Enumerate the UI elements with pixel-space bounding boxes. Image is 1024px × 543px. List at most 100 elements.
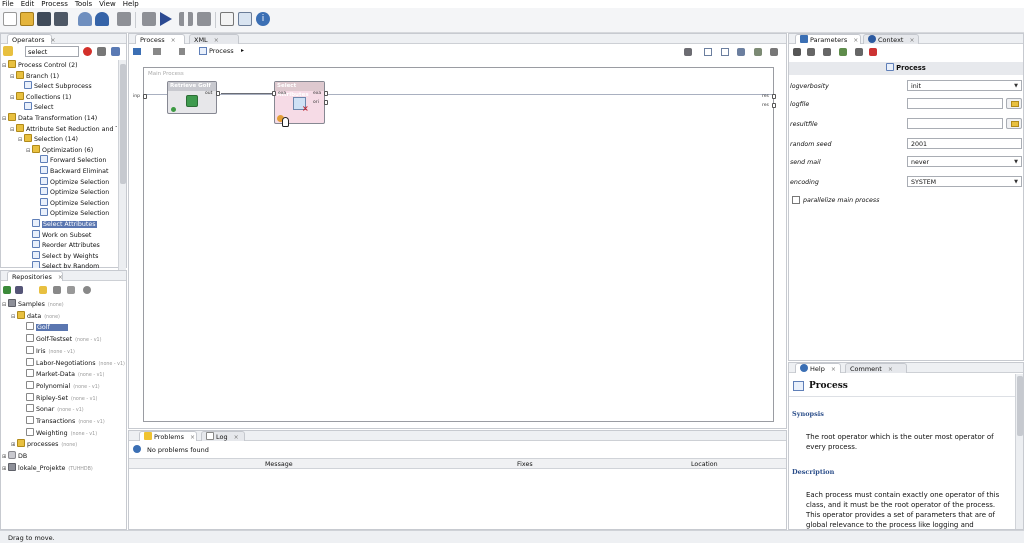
menu-edit[interactable]: Edit (21, 0, 35, 8)
back-icon[interactable] (133, 48, 141, 55)
open-icon[interactable] (20, 12, 34, 26)
operator-tree-item[interactable]: Select Subprocess (2, 81, 117, 92)
param-toolbar-icon-6[interactable] (869, 48, 877, 56)
operator-tree-item[interactable]: ⊟ Selection (14) (2, 134, 117, 145)
save-icon[interactable] (37, 12, 51, 26)
operator-tree-item[interactable]: Backward Eliminat (2, 165, 117, 177)
filter-icon[interactable] (97, 47, 106, 56)
param-input[interactable]: 2001 (907, 138, 1022, 149)
parallelize-checkbox[interactable] (792, 196, 800, 204)
port-retrieve-out[interactable] (216, 91, 220, 96)
param-toolbar-icon-4[interactable] (839, 48, 847, 56)
tab-comment[interactable]: Comment × (845, 363, 907, 373)
tab-operators[interactable]: Operators × (7, 34, 56, 44)
menu-tools[interactable]: Tools (75, 0, 92, 8)
repository-tree-item[interactable]: Market-Data (none - v1) (2, 369, 126, 381)
operator-tree-item[interactable]: ⊟ Process Control (2) (2, 60, 117, 71)
tab-log[interactable]: Log × (201, 431, 245, 441)
operator-tree-item[interactable]: Select by Random (2, 261, 117, 268)
operator-tree-item[interactable]: Reorder Attributes (2, 240, 117, 251)
operator-tree-item[interactable]: Work on Subset (2, 229, 117, 241)
open-folder-icon[interactable] (39, 286, 47, 294)
param-select[interactable]: SYSTEM ▼ (907, 176, 1022, 187)
port-select-exa-in[interactable] (272, 91, 276, 96)
repository-tree-item[interactable]: ⊞ processes (none) (2, 439, 126, 451)
port-process-res-1[interactable] (772, 94, 776, 99)
operator-tree-item[interactable]: ⊟ Branch (1) (2, 70, 117, 82)
breadcrumb-chevron-icon[interactable]: ▸ (241, 47, 244, 54)
param-input[interactable] (907, 118, 1003, 129)
new-building-block-icon[interactable] (3, 46, 13, 56)
port-process-res-2[interactable] (772, 103, 776, 108)
repository-tree-item[interactable]: ⊟ data (none) (2, 310, 126, 323)
chevron-down-icon[interactable]: ▼ (1014, 159, 1018, 165)
param-toolbar-icon-1[interactable] (793, 48, 801, 56)
repository-tree-item[interactable]: Iris (none - v1) (2, 345, 126, 358)
delete-icon[interactable] (83, 286, 91, 294)
port-select-ori-out[interactable] (324, 100, 328, 105)
forward-icon[interactable] (153, 48, 161, 55)
tab-problems[interactable]: Problems × (139, 431, 197, 441)
refresh-icon[interactable] (53, 286, 61, 294)
tab-help[interactable]: Help × (795, 363, 841, 373)
operator-tree-item[interactable]: Optimize Selection (2, 176, 117, 188)
param-toolbar-icon-2[interactable] (807, 48, 815, 56)
perspective-icon[interactable] (238, 12, 252, 26)
tab-parameters[interactable]: Parameters × (795, 34, 861, 44)
repository-tree-item[interactable]: Ripley-Set (none - v1) (2, 392, 126, 405)
repository-tree-item[interactable]: ⊟ Samples (none) (2, 299, 126, 311)
auto-wire-icon[interactable] (684, 48, 692, 56)
repository-tree-item[interactable]: Labor-Negotiations (none - v1) (2, 357, 126, 370)
up-icon[interactable] (179, 48, 185, 55)
operator-tree-item[interactable]: Select (2, 102, 117, 113)
browse-folder-icon[interactable] (1006, 98, 1022, 109)
export-icon[interactable] (770, 48, 778, 56)
port-process-inp[interactable] (143, 94, 147, 99)
operators-scrollbar[interactable] (118, 60, 126, 286)
arrange-icon[interactable] (704, 48, 712, 56)
menu-help[interactable]: Help (123, 0, 139, 8)
run-icon[interactable] (160, 12, 172, 26)
undo-icon[interactable] (78, 12, 92, 26)
chevron-down-icon[interactable]: ▼ (1014, 179, 1018, 185)
param-select[interactable]: never ▼ (907, 156, 1022, 167)
repository-tree-item[interactable]: ⊞ DB (2, 451, 126, 463)
chevron-down-icon[interactable]: ▼ (1014, 83, 1018, 89)
rename-icon[interactable] (67, 286, 75, 294)
operator-search-input[interactable] (25, 46, 79, 57)
operator-tree-item[interactable]: Forward Selection (2, 155, 117, 166)
repository-tree[interactable]: ⊟ Samples (none) ⊟ data (none) Golf Golf-Testse… (2, 299, 126, 527)
operator-tree-item[interactable]: ⊟ Optimization (6) (2, 144, 117, 156)
new-icon[interactable] (3, 12, 17, 26)
redo-icon[interactable] (95, 12, 109, 26)
menu-file[interactable]: File (2, 0, 14, 8)
stop-icon[interactable] (197, 12, 211, 26)
menu-view[interactable]: View (99, 0, 116, 8)
menu-process[interactable]: Process (41, 0, 68, 8)
operator-tree-item[interactable]: Optimize Selection (2, 208, 117, 219)
repository-tree-item[interactable]: Golf-Testset (none - v1) (2, 334, 126, 346)
step-icon[interactable] (142, 12, 156, 26)
repository-tree-item[interactable]: Sonar (none - v1) (2, 404, 126, 416)
process-canvas[interactable]: Main Process Retrieve Golf out Select At… (143, 67, 775, 422)
operator-tree-item[interactable]: Optimize Selection (2, 197, 117, 209)
operator-tree-item[interactable]: Select Attributes (2, 218, 117, 230)
stop-all-icon[interactable] (117, 12, 131, 26)
param-toolbar-icon-3[interactable] (823, 48, 831, 56)
tab-xml[interactable]: XML × (189, 34, 239, 44)
col-fixes[interactable]: Fixes (517, 461, 533, 468)
port-select-exa-out[interactable] (324, 91, 328, 96)
operator-tree-item[interactable]: ⊟ Data Transformation (14) (2, 112, 117, 124)
zoom-icon[interactable] (737, 48, 745, 56)
fit-icon[interactable] (721, 48, 729, 56)
validate-icon[interactable] (220, 12, 234, 26)
param-select[interactable]: init ▼ (907, 80, 1022, 91)
tab-context[interactable]: Context × (863, 34, 919, 44)
print-icon[interactable] (754, 48, 762, 56)
breadcrumb-process[interactable]: Process (209, 47, 234, 55)
operator-tree-item[interactable]: Select by Weights (2, 250, 117, 262)
pause-icon[interactable] (179, 12, 193, 26)
tab-process[interactable]: Process × (135, 34, 185, 44)
operator-tree-item[interactable]: Optimize Selection (2, 187, 117, 198)
param-toolbar-icon-5[interactable] (855, 48, 863, 56)
